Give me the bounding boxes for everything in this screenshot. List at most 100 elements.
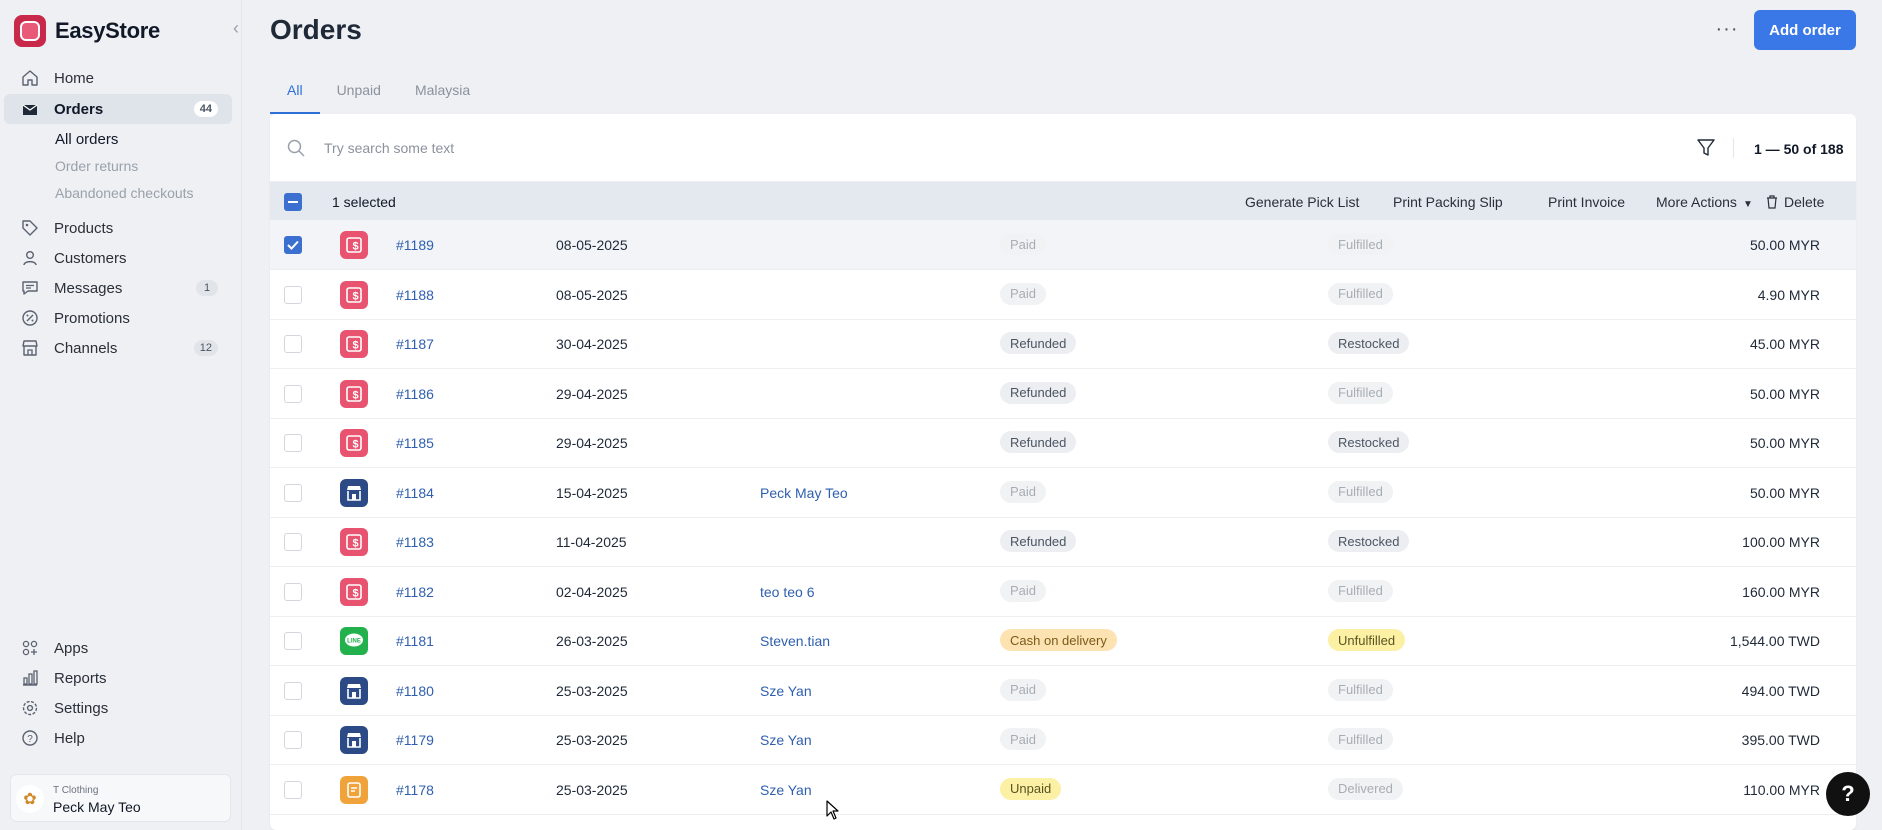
table-row[interactable]: $ #1187 30-04-2025 Refunded Restocked 45.00 M… — [270, 319, 1856, 369]
row-checkbox[interactable] — [284, 384, 302, 403]
generate-pick-list-button[interactable]: Generate Pick List — [1245, 194, 1359, 210]
sidebar-item-settings[interactable]: Settings — [4, 693, 232, 723]
svg-text:$: $ — [352, 389, 358, 401]
fulfillment-status-badge: Fulfilled — [1328, 678, 1393, 701]
order-number[interactable]: #1189 — [396, 237, 434, 253]
sidebar-item-label: Apps — [54, 639, 89, 657]
print-packing-slip-button[interactable]: Print Packing Slip — [1393, 194, 1503, 210]
select-all-checkbox[interactable] — [284, 193, 302, 211]
gear-icon — [20, 698, 40, 718]
order-total: 395.00 TWD — [1741, 732, 1820, 748]
subnav-all-orders[interactable]: All orders — [55, 131, 118, 148]
store-user: Peck May Teo — [53, 799, 141, 815]
collapse-sidebar-icon[interactable]: ‹ — [233, 18, 239, 39]
easystore-logo-icon — [14, 15, 46, 47]
subnav-abandoned-checkouts[interactable]: Abandoned checkouts — [55, 185, 194, 201]
row-checkbox[interactable] — [284, 533, 302, 551]
tab-all[interactable]: All — [270, 80, 320, 114]
order-date: 15-04-2025 — [556, 484, 628, 501]
sidebar-item-messages[interactable]: Messages 1 — [4, 273, 232, 303]
sidebar-item-orders[interactable]: Orders 44 — [4, 94, 232, 124]
order-number[interactable]: #1180 — [396, 683, 434, 699]
row-checkbox[interactable] — [284, 731, 302, 749]
order-date: 30-04-2025 — [556, 336, 628, 352]
store-switcher[interactable]: ✿ T Clothing Peck May Teo — [10, 774, 231, 822]
order-total: 50.00 MYR — [1749, 237, 1820, 253]
store-channel-icon — [340, 726, 368, 754]
customer-name[interactable]: Steven.tian — [760, 633, 830, 649]
order-number[interactable]: #1179 — [396, 732, 434, 748]
table-row[interactable]: $ #1189 08-05-2025 Paid Fulfilled 50.00 MYR — [270, 220, 1856, 270]
tag-icon — [20, 218, 40, 238]
order-number[interactable]: #1184 — [396, 485, 434, 501]
fulfillment-status-badge: Restocked — [1328, 530, 1410, 552]
pos-channel-icon: $ — [340, 231, 368, 259]
order-number[interactable]: #1183 — [396, 534, 434, 550]
table-row[interactable]: $ #1188 08-05-2025 Paid Fulfilled 4.90 MYR — [270, 270, 1856, 320]
payment-status-badge: Refunded — [1000, 381, 1077, 404]
row-checkbox[interactable] — [284, 483, 302, 502]
row-checkbox[interactable] — [284, 285, 302, 304]
sidebar-item-promotions[interactable]: Promotions — [4, 303, 232, 333]
row-checkbox[interactable] — [284, 434, 302, 452]
customer-name[interactable]: Sze Yan — [760, 683, 812, 699]
order-date: 25-03-2025 — [556, 682, 628, 699]
svg-text:$: $ — [352, 439, 358, 451]
row-checkbox[interactable] — [284, 236, 302, 254]
customer-name[interactable]: Peck May Teo — [760, 485, 848, 501]
more-actions-button[interactable]: More Actions ▼ — [1656, 194, 1753, 210]
sidebar-item-apps[interactable]: Apps — [4, 633, 232, 663]
row-checkbox[interactable] — [284, 780, 302, 799]
sidebar: EasyStore ‹ Home Orders 44 All orders Or… — [0, 0, 242, 830]
sidebar-item-products[interactable]: Products — [4, 213, 232, 243]
order-date: 26-03-2025 — [556, 633, 628, 649]
order-number[interactable]: #1188 — [396, 287, 434, 303]
table-row[interactable]: #1178 25-03-2025 Sze Yan Unpaid Delivered 110… — [270, 765, 1856, 815]
order-number[interactable]: #1185 — [396, 435, 434, 451]
table-row[interactable]: $ #1183 11-04-2025 Refunded Restocked 100.00 … — [270, 517, 1856, 567]
row-checkbox[interactable] — [284, 681, 302, 700]
row-checkbox[interactable] — [284, 582, 302, 601]
table-row[interactable]: $ #1186 29-04-2025 Refunded Fulfilled 50.00 M… — [270, 369, 1856, 419]
order-number[interactable]: #1178 — [396, 782, 434, 798]
sidebar-item-channels[interactable]: Channels 12 — [4, 333, 232, 363]
more-actions-label: More Actions — [1656, 194, 1737, 210]
table-row[interactable]: #1179 25-03-2025 Sze Yan Paid Fulfilled 395.0… — [270, 715, 1856, 765]
row-checkbox[interactable] — [284, 335, 302, 353]
payment-status-badge: Refunded — [1000, 431, 1077, 453]
delete-button[interactable]: Delete — [1766, 194, 1824, 212]
print-invoice-button[interactable]: Print Invoice — [1548, 194, 1625, 210]
order-number[interactable]: #1181 — [396, 633, 434, 649]
customer-name[interactable]: Sze Yan — [760, 732, 812, 748]
table-row[interactable]: $ #1185 29-04-2025 Refunded Restocked 50.00 M… — [270, 418, 1856, 468]
search-input[interactable] — [324, 136, 1224, 160]
order-date: 29-04-2025 — [556, 385, 628, 402]
customer-name[interactable]: Sze Yan — [760, 782, 812, 798]
table-row[interactable]: #1184 15-04-2025 Peck May Teo Paid Fulfilled… — [270, 468, 1856, 518]
subnav-order-returns[interactable]: Order returns — [55, 158, 138, 174]
order-number[interactable]: #1187 — [396, 336, 434, 352]
order-number[interactable]: #1182 — [396, 584, 434, 600]
sidebar-item-help[interactable]: ? Help — [4, 723, 232, 753]
row-checkbox[interactable] — [284, 632, 302, 650]
sidebar-item-label: Reports — [54, 669, 107, 687]
sidebar-item-reports[interactable]: Reports — [4, 663, 232, 693]
brand[interactable]: EasyStore — [14, 15, 160, 47]
sidebar-item-customers[interactable]: Customers — [4, 243, 232, 273]
sidebar-item-home[interactable]: Home — [4, 63, 232, 93]
help-chat-button[interactable]: ? — [1826, 772, 1870, 816]
customer-name[interactable]: teo teo 6 — [760, 584, 815, 600]
table-row[interactable]: LINE #1181 26-03-2025 Steven.tian Cash on de… — [270, 616, 1856, 666]
table-row[interactable]: $ #1182 02-04-2025 teo teo 6 Paid Fulfilled 16… — [270, 567, 1856, 617]
tab-unpaid[interactable]: Unpaid — [320, 80, 398, 114]
fulfillment-status-badge: Restocked — [1328, 332, 1410, 354]
table-row[interactable]: #1180 25-03-2025 Sze Yan Paid Fulfilled 494.0… — [270, 666, 1856, 716]
order-number[interactable]: #1186 — [396, 386, 434, 402]
more-options-button[interactable]: ··· — [1712, 14, 1742, 44]
orders-card: 1 — 50 of 188 1 selected Generate Pick L… — [270, 114, 1856, 830]
add-order-button[interactable]: Add order — [1754, 10, 1856, 50]
order-date: 08-05-2025 — [556, 237, 628, 253]
sidebar-item-label: Customers — [54, 249, 127, 267]
filter-icon[interactable] — [1697, 138, 1715, 163]
tab-malaysia[interactable]: Malaysia — [398, 80, 487, 114]
